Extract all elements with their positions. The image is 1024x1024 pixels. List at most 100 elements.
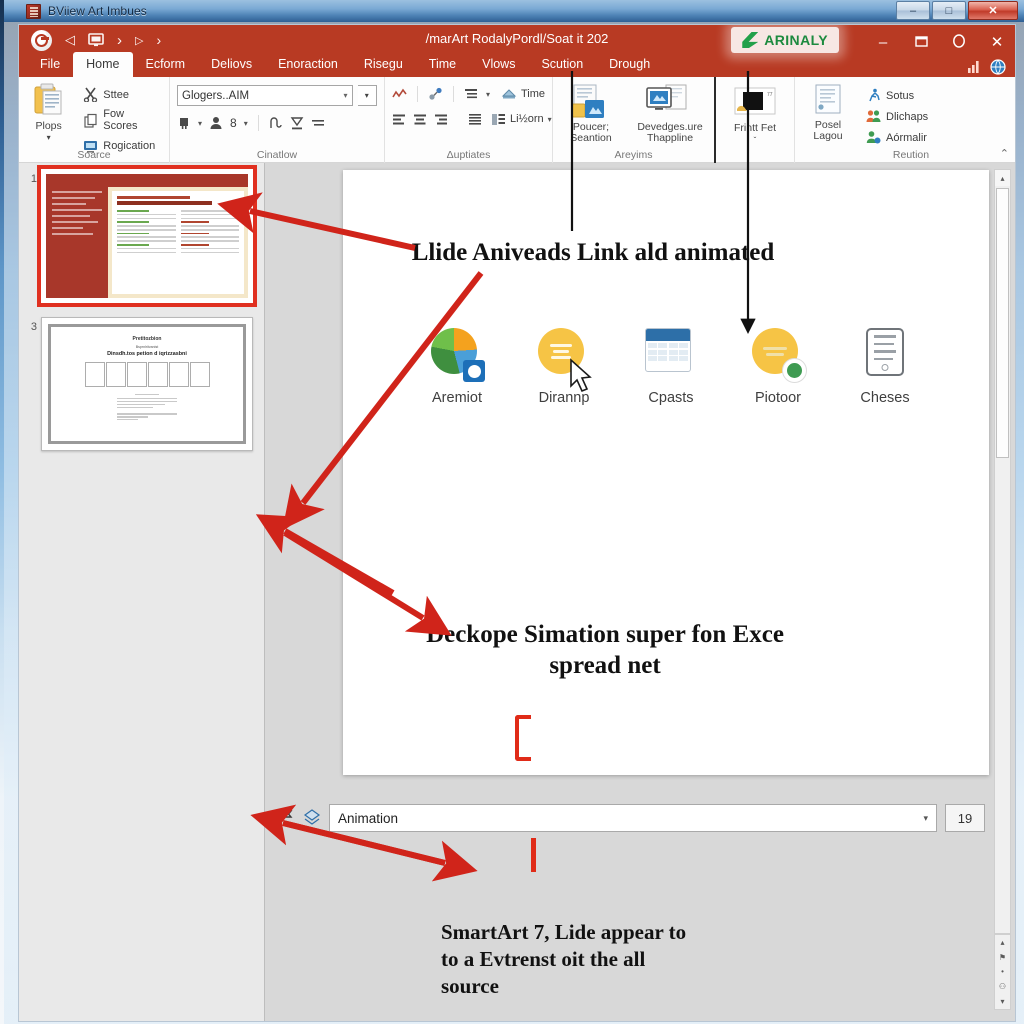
- fill-icon[interactable]: [290, 116, 304, 130]
- redo-icon[interactable]: ›: [117, 32, 122, 49]
- align-left-icon[interactable]: [392, 113, 406, 126]
- app-window-controls: – ✕: [875, 25, 1005, 59]
- nav-next-icon[interactable]: ▾: [1000, 997, 1004, 1006]
- person-icon[interactable]: [209, 116, 223, 130]
- os-maximize-button[interactable]: □: [932, 1, 966, 20]
- tab-scution[interactable]: Scution: [528, 52, 596, 77]
- cut-item[interactable]: Sttee: [81, 86, 162, 103]
- collapse-ribbon-icon[interactable]: ⌃: [1000, 147, 1009, 160]
- frint-fet-label: Frintt Fet: [733, 122, 776, 134]
- list-caret-glyph[interactable]: ▾: [486, 90, 490, 99]
- link-icon[interactable]: [428, 87, 443, 101]
- os-close-button[interactable]: ✕: [968, 1, 1018, 20]
- tab-enoraction[interactable]: Enoraction: [265, 52, 351, 77]
- animation-input[interactable]: Animation ▾: [329, 804, 937, 832]
- animation-input-value: Animation: [338, 810, 399, 826]
- align-center-icon[interactable]: [413, 113, 427, 126]
- font-combo-more[interactable]: ▾: [357, 85, 377, 106]
- account-badge-label: ARINALY: [764, 32, 828, 48]
- slide-thumbnail-1[interactable]: [37, 165, 257, 307]
- ribbon-group-source-label: Soarce: [77, 149, 111, 161]
- screen-clip-button[interactable]: Devedges.ure Thappline: [634, 84, 706, 144]
- nav-circle-icon[interactable]: ⚇: [999, 982, 1006, 991]
- chevron-down-icon[interactable]: ▾: [343, 91, 347, 100]
- workspace: 1 3 Pretitozbion Bsprnlritvanist Dinsdh.…: [19, 71, 1015, 1021]
- cut-icon: [83, 87, 98, 103]
- dlichaps-item[interactable]: Dlichaps: [864, 108, 930, 125]
- frint-fet-caret-icon[interactable]: ˇ: [754, 135, 757, 146]
- annotation-text-top: Llide Aniveads Link ald animated: [411, 239, 775, 266]
- font-combo[interactable]: Glogers..AIM ▾: [177, 85, 353, 106]
- slide-thumbnail-3[interactable]: Pretitozbion Bsprnlritvanist Dinsdh.tos …: [41, 317, 253, 451]
- tablet-icon: [859, 328, 911, 380]
- time-item[interactable]: Time: [501, 87, 545, 101]
- app-close-icon[interactable]: ✕: [989, 35, 1005, 50]
- slide-thumbnail-pane[interactable]: 1 3 Pretitozbion Bsprnlritvanist Dinsdh.…: [19, 163, 265, 1021]
- bold-icon[interactable]: [177, 116, 191, 130]
- slide-vertical-scrollbar[interactable]: ▴: [994, 169, 1011, 934]
- nav-dot-icon[interactable]: •: [1001, 967, 1004, 976]
- tab-risegu[interactable]: Risegu: [351, 52, 416, 77]
- icon-caption: Aremiot: [432, 390, 482, 406]
- icon-cell-piotoor[interactable]: Piotoor: [732, 328, 824, 406]
- paste-big-button[interactable]: Plops ▾: [26, 83, 71, 143]
- os-minimize-button[interactable]: –: [896, 1, 930, 20]
- aormalir-label: Aórmalir: [886, 131, 927, 144]
- copy-item[interactable]: Fow Scores: [81, 107, 162, 133]
- slide-canvas[interactable]: Llide Aniveads Link ald animated Aremiot: [343, 170, 989, 775]
- ppt-logo-icon[interactable]: [31, 29, 52, 51]
- tab-time[interactable]: Time: [416, 52, 469, 77]
- slideshow-icon[interactable]: ▷: [135, 34, 143, 47]
- smartart-icon-row[interactable]: Aremiot Dirannp Cpasts Piotoor Cheses: [411, 328, 931, 406]
- present-icon[interactable]: [88, 33, 104, 47]
- share-icon[interactable]: [966, 59, 981, 74]
- icon-cell-cheses[interactable]: Cheses: [839, 328, 931, 406]
- flag-icon[interactable]: [277, 809, 295, 827]
- qat-more-icon[interactable]: ›: [156, 32, 161, 48]
- app-restore-icon[interactable]: [913, 35, 929, 50]
- aormalir-item[interactable]: Aórmalir: [864, 129, 930, 146]
- account-badge[interactable]: ARINALY: [731, 27, 839, 53]
- animation-count[interactable]: 19: [945, 804, 985, 832]
- tab-deliovs[interactable]: Deliovs: [198, 52, 265, 77]
- animation-caret-icon[interactable]: ▾: [923, 813, 928, 824]
- slide-navigation-buttons[interactable]: ▴ ⚑ • ⚇ ▾: [994, 934, 1011, 1010]
- icon-cell-dirannp[interactable]: Dirannp: [518, 328, 610, 406]
- tab-home[interactable]: Home: [73, 52, 133, 77]
- chart-line-icon[interactable]: [392, 88, 407, 101]
- frint-fet-button[interactable]: 77 Frintt Fet ˇ: [723, 87, 787, 146]
- icon-cell-aremiot[interactable]: Aremiot: [411, 328, 503, 406]
- undo-icon[interactable]: ◁: [65, 32, 75, 48]
- align-right-icon[interactable]: [434, 113, 448, 126]
- app-minimize-icon[interactable]: –: [875, 35, 891, 50]
- posel-lagou-button[interactable]: Posel Lagou: [802, 84, 854, 142]
- app-help-icon[interactable]: [951, 33, 967, 51]
- scrollbar-thumb[interactable]: [996, 188, 1009, 458]
- columns-item[interactable]: Li½orn ▾: [491, 113, 552, 126]
- tab-drough[interactable]: Drough: [596, 52, 663, 77]
- list-icon[interactable]: [464, 87, 479, 101]
- font-size-caret-icon[interactable]: ▾: [244, 119, 248, 128]
- tab-file[interactable]: File: [27, 52, 73, 77]
- thumbnail-row[interactable]: 1: [23, 165, 264, 307]
- layers-icon[interactable]: [303, 809, 321, 827]
- nav-prev-icon[interactable]: ▴: [1000, 938, 1004, 947]
- bold-caret-icon[interactable]: ▾: [198, 119, 202, 128]
- tab-vlows[interactable]: Vlows: [469, 52, 528, 77]
- slide-editing-area[interactable]: Llide Aniveads Link ald animated Aremiot: [217, 71, 1015, 1021]
- scroll-up-button[interactable]: ▴: [995, 170, 1010, 186]
- icon-caption: Dirannp: [538, 390, 590, 406]
- nav-flag-icon[interactable]: ⚑: [999, 953, 1006, 962]
- font-size-value[interactable]: 8: [230, 116, 237, 130]
- thumbnail-row[interactable]: 3 Pretitozbion Bsprnlritvanist Dinsdh.to…: [23, 317, 264, 451]
- icon-cell-cpasts[interactable]: Cpasts: [625, 328, 717, 406]
- ribbon-group-reution: Posel Lagou Sotus Dlichaps Aórmalir Reut…: [794, 77, 1015, 163]
- spacing-icon[interactable]: [311, 116, 325, 130]
- paste-caret-icon[interactable]: ▾: [47, 132, 51, 143]
- justify-icon[interactable]: [468, 113, 482, 126]
- insert-object-button[interactable]: Poucer; Seantion: [560, 84, 622, 144]
- globe-icon[interactable]: [990, 59, 1006, 75]
- tab-ecform[interactable]: Ecform: [133, 52, 199, 77]
- sotus-item[interactable]: Sotus: [864, 87, 930, 104]
- shape-icon[interactable]: [269, 116, 283, 130]
